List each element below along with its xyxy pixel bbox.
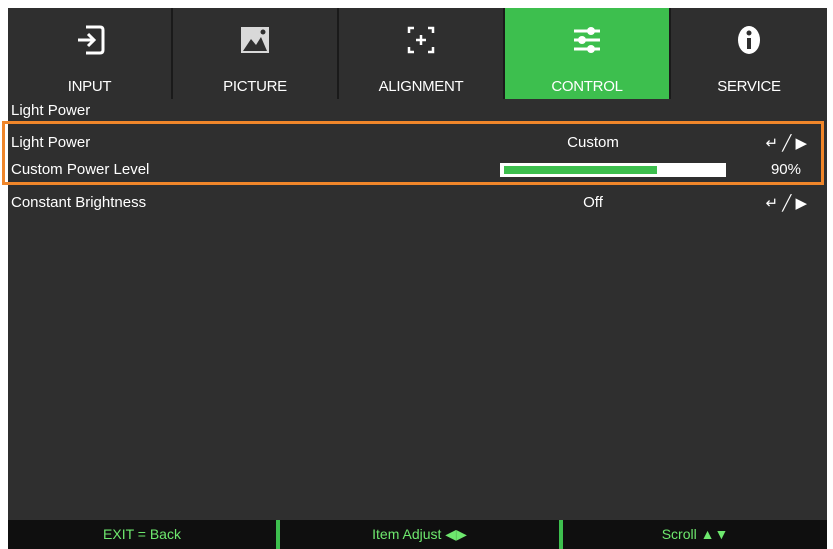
- tab-input[interactable]: INPUT: [8, 8, 171, 99]
- alignment-icon: [407, 26, 435, 54]
- footer-scroll: Scroll ▲▼: [661, 526, 729, 542]
- footer-exit: EXIT = Back: [103, 526, 181, 542]
- power-level-slider[interactable]: [500, 163, 726, 177]
- tab-label: INPUT: [67, 78, 112, 95]
- section-title: Light Power: [11, 102, 91, 119]
- row-label: Light Power: [11, 134, 91, 151]
- light-power-row[interactable]: Light Power Custom ↵ ╱ ▶: [8, 131, 827, 157]
- tab-alignment[interactable]: ALIGNMENT: [337, 8, 503, 99]
- row-label: Constant Brightness: [11, 194, 147, 211]
- enter-arrow-icon: ↵ ╱ ▶: [765, 135, 807, 152]
- power-level-percent: 90%: [770, 161, 801, 178]
- control-icon: [574, 27, 600, 53]
- tab-label: CONTROL: [551, 78, 623, 95]
- constant-brightness-row[interactable]: Constant Brightness Off ↵ ╱ ▶: [8, 191, 827, 217]
- picture-icon: [241, 27, 269, 53]
- custom-power-level-row[interactable]: Custom Power Level 90%: [8, 158, 827, 184]
- tab-label: SERVICE: [717, 78, 781, 95]
- row-label: Custom Power Level: [11, 161, 150, 178]
- footer-adjust: Item Adjust ◀▶: [372, 526, 467, 542]
- tab-picture[interactable]: PICTURE: [171, 8, 337, 99]
- power-level-fill: [504, 166, 657, 174]
- tab-bar: INPUT PICTURE ALIGNMENT CONTROL SERVICE: [8, 8, 827, 99]
- input-icon: [77, 25, 104, 55]
- tab-label: PICTURE: [223, 78, 287, 95]
- tab-service[interactable]: SERVICE: [669, 8, 827, 99]
- row-value: Custom: [567, 134, 619, 151]
- enter-arrow-icon: ↵ ╱ ▶: [765, 195, 807, 212]
- screen: INPUT PICTURE ALIGNMENT CONTROL SERVICE …: [0, 0, 833, 549]
- footer-help-bar: EXIT = Back Item Adjust ◀▶ Scroll ▲▼: [8, 520, 827, 549]
- tab-control[interactable]: CONTROL: [503, 8, 669, 99]
- tab-label: ALIGNMENT: [378, 78, 464, 95]
- row-value: Off: [583, 194, 603, 211]
- osd-menu: INPUT PICTURE ALIGNMENT CONTROL SERVICE …: [2, 8, 827, 549]
- service-icon: [738, 26, 760, 54]
